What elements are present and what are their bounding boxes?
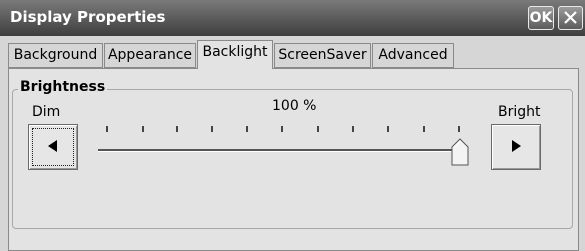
slider-tick [352, 126, 354, 132]
brightness-percent: 100 % [272, 98, 317, 114]
slider-tick [317, 126, 319, 132]
decrease-brightness-button[interactable] [28, 124, 78, 170]
close-icon [564, 11, 577, 24]
tab-screensaver[interactable]: ScreenSaver [274, 43, 371, 68]
title-bar: Display Properties OK [0, 0, 585, 36]
left-arrow-icon [48, 140, 57, 152]
brightness-slider-track[interactable] [98, 149, 462, 152]
tab-background[interactable]: Background [8, 43, 103, 68]
slider-tick [387, 126, 389, 132]
slider-tick [142, 126, 144, 132]
slider-tick [458, 126, 460, 132]
tab-backlight[interactable]: Backlight [197, 40, 273, 69]
display-properties-window: Display Properties OK Background Appeara… [0, 0, 585, 251]
bright-label: Bright [498, 104, 541, 120]
slider-tick [246, 126, 248, 132]
brightness-group-title: Brightness [18, 79, 108, 95]
slider-tick [211, 126, 213, 132]
ok-button[interactable]: OK [528, 6, 554, 30]
increase-brightness-button[interactable] [491, 124, 541, 170]
tab-appearance[interactable]: Appearance [104, 43, 196, 68]
tab-strip: Background Appearance Backlight ScreenSa… [0, 36, 585, 69]
slider-tick [106, 126, 108, 132]
tab-advanced[interactable]: Advanced [372, 43, 454, 68]
dim-label: Dim [32, 104, 61, 120]
slider-tick [423, 126, 425, 132]
brightness-slider-thumb[interactable] [451, 138, 469, 170]
close-button[interactable] [558, 6, 583, 30]
slider-tick [176, 126, 178, 132]
window-title: Display Properties [10, 8, 166, 26]
slider-tick [281, 126, 283, 132]
right-arrow-icon [512, 140, 521, 152]
